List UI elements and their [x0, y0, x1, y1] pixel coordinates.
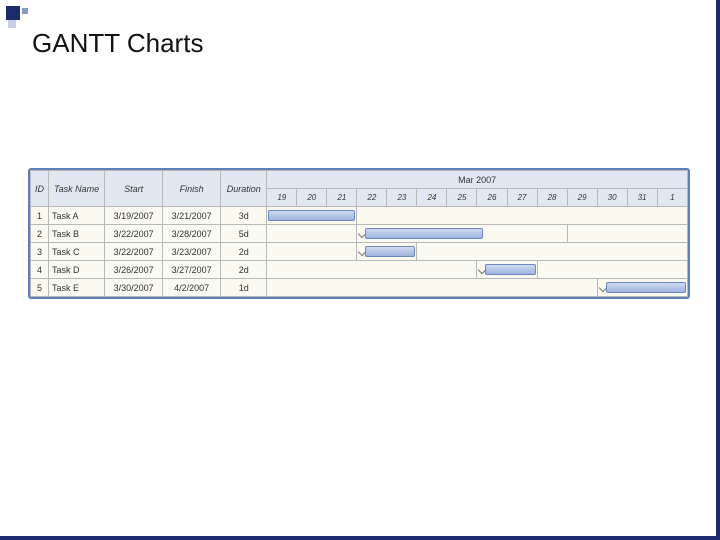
gantt-bar-task-e [597, 279, 687, 297]
day-header: 24 [417, 189, 447, 207]
gantt-chart: ID Task Name Start Finish Duration Mar 2… [28, 168, 690, 299]
cell-finish: 4/2/2007 [163, 279, 221, 297]
col-header-finish: Finish [163, 171, 221, 207]
gantt-bar-task-c [357, 243, 417, 261]
cell-start: 3/30/2007 [105, 279, 163, 297]
day-header: 19 [267, 189, 297, 207]
day-header: 22 [357, 189, 387, 207]
table-row: 4 Task D 3/26/2007 3/27/2007 2d [31, 261, 688, 279]
cell-start: 3/19/2007 [105, 207, 163, 225]
table-row: 1 Task A 3/19/2007 3/21/2007 3d [31, 207, 688, 225]
day-header: 25 [447, 189, 477, 207]
table-row: 2 Task B 3/22/2007 3/28/2007 5d [31, 225, 688, 243]
cell-duration: 1d [221, 279, 267, 297]
slide-corner-decoration [6, 6, 26, 26]
empty-cell [567, 225, 687, 243]
col-header-duration: Duration [221, 171, 267, 207]
day-header: 27 [507, 189, 537, 207]
day-header: 29 [567, 189, 597, 207]
cell-name: Task A [49, 207, 105, 225]
day-header: 31 [627, 189, 657, 207]
cell-finish: 3/28/2007 [163, 225, 221, 243]
cell-name: Task B [49, 225, 105, 243]
cell-id: 1 [31, 207, 49, 225]
table-row: 3 Task C 3/22/2007 3/23/2007 2d [31, 243, 688, 261]
day-header: 28 [537, 189, 567, 207]
cell-finish: 3/21/2007 [163, 207, 221, 225]
cell-name: Task C [49, 243, 105, 261]
empty-cell [267, 225, 357, 243]
cell-start: 3/26/2007 [105, 261, 163, 279]
col-header-start: Start [105, 171, 163, 207]
col-header-id: ID [31, 171, 49, 207]
cell-id: 2 [31, 225, 49, 243]
day-header: 23 [387, 189, 417, 207]
day-header: 21 [327, 189, 357, 207]
table-row: 5 Task E 3/30/2007 4/2/2007 1d [31, 279, 688, 297]
day-header: 30 [597, 189, 627, 207]
cell-finish: 3/27/2007 [163, 261, 221, 279]
cell-finish: 3/23/2007 [163, 243, 221, 261]
empty-cell [357, 207, 688, 225]
cell-duration: 5d [221, 225, 267, 243]
empty-cell [417, 243, 688, 261]
cell-id: 3 [31, 243, 49, 261]
day-header: 20 [297, 189, 327, 207]
gantt-bar-task-d [477, 261, 537, 279]
cell-name: Task E [49, 279, 105, 297]
gantt-bar-task-b [357, 225, 567, 243]
empty-cell [267, 243, 357, 261]
cell-id: 4 [31, 261, 49, 279]
cell-start: 3/22/2007 [105, 225, 163, 243]
cell-duration: 2d [221, 243, 267, 261]
day-header: 1 [657, 189, 687, 207]
gantt-bar-task-a [267, 207, 357, 225]
col-header-name: Task Name [49, 171, 105, 207]
slide-title: GANTT Charts [32, 28, 203, 59]
empty-cell [267, 279, 597, 297]
day-header: 26 [477, 189, 507, 207]
cell-name: Task D [49, 261, 105, 279]
cell-duration: 2d [221, 261, 267, 279]
gantt-table: ID Task Name Start Finish Duration Mar 2… [30, 170, 688, 297]
cell-duration: 3d [221, 207, 267, 225]
cell-id: 5 [31, 279, 49, 297]
cell-start: 3/22/2007 [105, 243, 163, 261]
empty-cell [267, 261, 477, 279]
empty-cell [537, 261, 687, 279]
col-header-month: Mar 2007 [267, 171, 688, 189]
